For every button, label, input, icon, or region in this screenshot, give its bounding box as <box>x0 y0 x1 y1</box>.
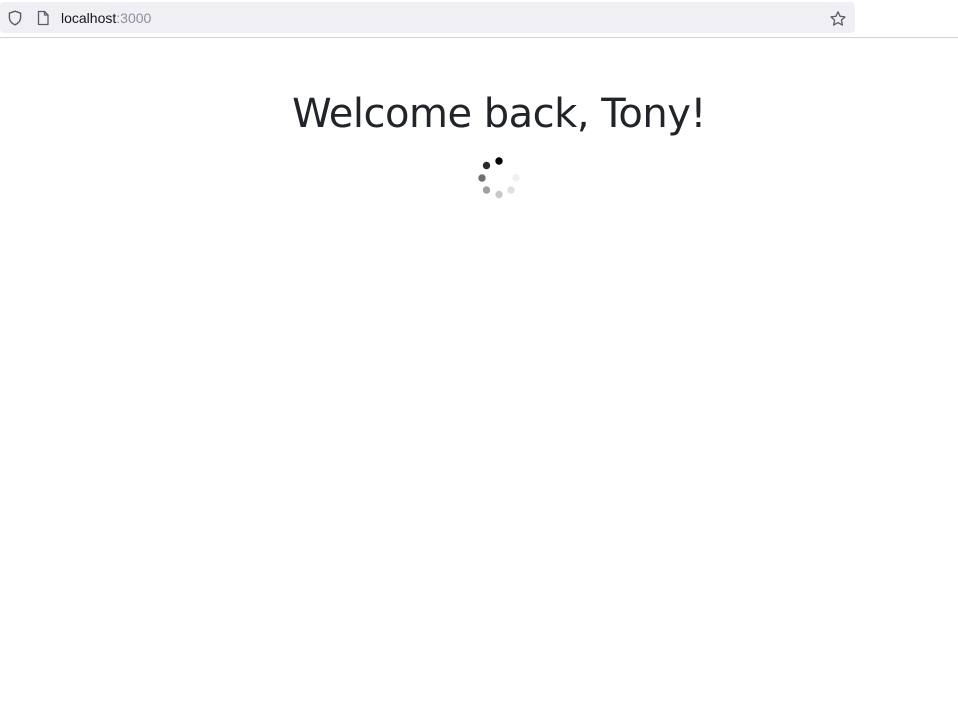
url-port: :3000 <box>116 10 152 26</box>
welcome-title: Welcome back, Tony! <box>292 91 706 137</box>
url-text[interactable]: localhost:3000 <box>61 10 151 26</box>
spinner-dot <box>482 161 491 170</box>
spinner-dot <box>512 174 520 182</box>
url-host: localhost <box>61 10 117 26</box>
star-icon[interactable] <box>829 10 847 28</box>
shield-icon[interactable] <box>7 10 23 26</box>
spinner-dot <box>482 186 491 194</box>
spinner-dot <box>507 186 515 194</box>
page-icon[interactable] <box>35 10 51 26</box>
url-bar[interactable]: localhost:3000 <box>0 2 855 33</box>
spinner-dot <box>478 174 486 182</box>
browser-toolbar: localhost:3000 <box>0 0 958 38</box>
spinner-dot <box>495 190 503 199</box>
spinner-icon <box>478 157 520 199</box>
page-content: Welcome back, Tony! <box>0 39 958 709</box>
spinner-dot <box>495 157 503 165</box>
